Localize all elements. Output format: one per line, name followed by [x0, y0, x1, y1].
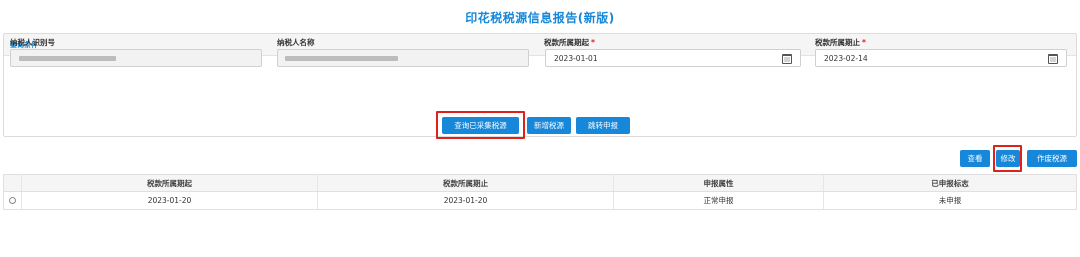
period-start-label: 税款所属期起 *: [544, 37, 595, 48]
table-cell: 正常申报: [614, 192, 824, 209]
period-end-field[interactable]: 2023-02-14: [815, 49, 1067, 67]
select-column-header: [4, 175, 22, 191]
column-header: 申报属性: [614, 175, 824, 191]
query-collected-button[interactable]: 查询已采集税源: [442, 117, 519, 134]
modify-button[interactable]: 修改: [996, 150, 1020, 167]
period-start-label-text: 税款所属期起: [544, 38, 589, 47]
tax-source-table: 税款所属期起 税款所属期止 申报属性 已申报标志 2023-01-20 2023…: [3, 174, 1077, 210]
period-end-label-text: 税款所属期止: [815, 38, 860, 47]
row-radio[interactable]: [9, 196, 16, 204]
table-cell: 未申报: [938, 196, 962, 205]
required-mark: *: [862, 38, 866, 47]
table-header-row: 税款所属期起 税款所属期止 申报属性 已申报标志: [4, 175, 1076, 192]
period-start-field[interactable]: 2023-01-01: [545, 49, 801, 67]
table-row[interactable]: 2023-01-20 2023-01-20 正常申报 未申报: [4, 192, 1076, 209]
period-end-label: 税款所属期止 *: [815, 37, 866, 48]
view-button[interactable]: 查看: [960, 150, 990, 167]
period-start-value: 2023-01-01: [554, 54, 598, 63]
calendar-icon[interactable]: [782, 54, 792, 64]
jump-declare-button[interactable]: 跳转申报: [576, 117, 630, 134]
taxpayer-name-label: 纳税人名称: [277, 37, 315, 48]
table-cell: 2023-01-20: [22, 192, 318, 209]
column-header: 税款所属期起: [22, 175, 318, 191]
page-title: 印花税税源信息报告(新版): [465, 11, 615, 25]
column-header: 已申报标志: [931, 179, 969, 188]
taxpayer-name-field: [277, 49, 529, 67]
redacted-value: [285, 56, 398, 61]
taxpayer-id-label-text: 纳税人识别号: [10, 38, 55, 47]
table-cell: 2023-01-20: [318, 192, 614, 209]
void-source-button[interactable]: 作废税源: [1027, 150, 1077, 167]
taxpayer-id-field: [10, 49, 262, 67]
row-select-cell[interactable]: [4, 192, 22, 209]
calendar-icon[interactable]: [1048, 54, 1058, 64]
column-header: 税款所属期止: [318, 175, 614, 191]
period-end-value: 2023-02-14: [824, 54, 868, 63]
taxpayer-id-label: 纳税人识别号: [10, 37, 55, 48]
taxpayer-name-label-text: 纳税人名称: [277, 38, 315, 47]
required-mark: *: [591, 38, 595, 47]
add-source-button[interactable]: 新增税源: [527, 117, 571, 134]
redacted-value: [19, 56, 116, 61]
